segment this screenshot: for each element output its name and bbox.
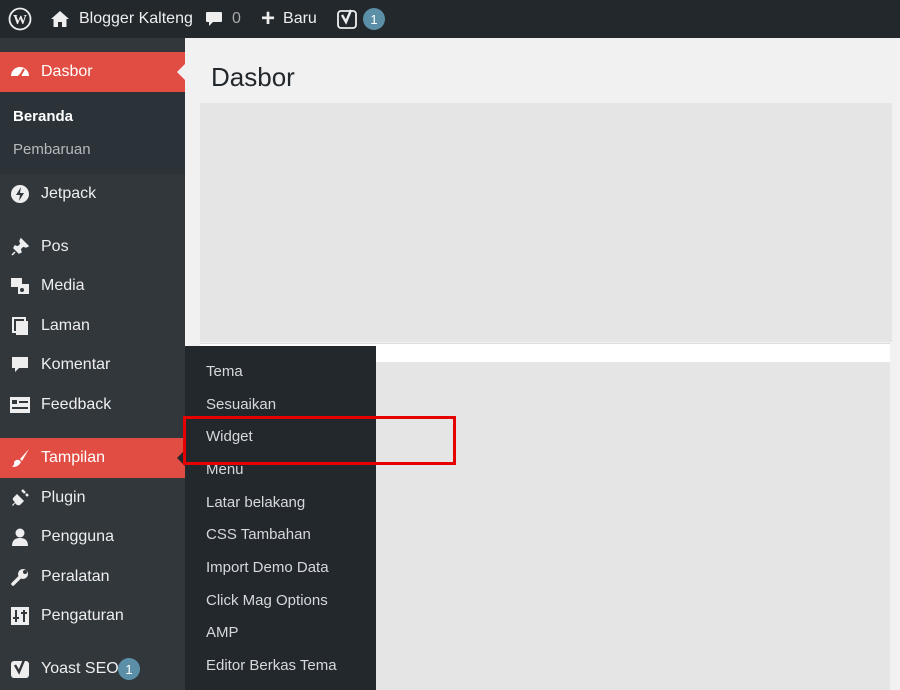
menu-feedback[interactable]: Feedback [0, 385, 185, 425]
yoast-adminbar-link[interactable]: 1 [337, 0, 385, 38]
site-name-link[interactable]: Blogger Kalteng [50, 0, 193, 38]
flyout-item-css-tambahan[interactable]: CSS Tambahan [206, 526, 311, 543]
settings-icon [9, 605, 31, 627]
admin-bar: W Blogger Kalteng 0 + Baru 1 [0, 0, 900, 38]
submenu-pembaruan[interactable]: Pembaruan [13, 141, 91, 158]
flyout-item-import-demo-data[interactable]: Import Demo Data [206, 559, 329, 576]
menu-yoast-seo[interactable]: Yoast SEO 1 [0, 649, 185, 689]
flyout-item-tema[interactable]: Tema [206, 363, 243, 380]
dashboard-icon [9, 61, 31, 83]
page-title: Dasbor [211, 62, 295, 92]
plugin-icon [9, 487, 31, 509]
menu-laman[interactable]: Laman [0, 306, 185, 346]
svg-text:W: W [13, 13, 27, 28]
flyout-item-click-mag-options[interactable]: Click Mag Options [206, 592, 328, 609]
wrench-icon [9, 566, 31, 588]
home-icon [50, 10, 70, 28]
menu-peralatan[interactable]: Peralatan [0, 557, 185, 597]
pages-icon [9, 315, 31, 337]
comments-link[interactable]: 0 [205, 0, 241, 38]
dashboard-submenu: Beranda Pembaruan [0, 92, 185, 174]
plus-icon: + [261, 5, 276, 32]
menu-label: Pos [41, 238, 69, 255]
tampilan-flyout-submenu: Tema Sesuaikan Widget Menu Latar belakan… [185, 346, 376, 690]
media-icon [9, 275, 31, 297]
flyout-item-editor-berkas-tema[interactable]: Editor Berkas Tema [206, 657, 337, 674]
comment-bubble-icon [205, 11, 223, 28]
dashboard-widget-panel [200, 103, 892, 342]
menu-label: Peralatan [41, 568, 110, 585]
menu-label: Tampilan [41, 449, 106, 466]
menu-label: Pengguna [41, 528, 114, 545]
menu-label: Dasbor [41, 63, 93, 80]
comments-count: 0 [232, 10, 241, 27]
menu-media[interactable]: Media [0, 266, 185, 306]
highlight-box [183, 416, 456, 465]
yoast-icon [9, 658, 31, 680]
flyout-item-sesuaikan[interactable]: Sesuaikan [206, 396, 276, 413]
menu-label: Feedback [41, 396, 112, 413]
menu-plugin[interactable]: Plugin [0, 478, 185, 518]
flyout-item-amp[interactable]: AMP [206, 624, 239, 641]
dashboard-widget-panel-lower [376, 362, 890, 690]
yoast-menu-badge: 1 [118, 658, 140, 680]
menu-pengaturan[interactable]: Pengaturan [0, 596, 185, 636]
menu-jetpack[interactable]: Jetpack [0, 174, 185, 214]
comment-icon [9, 354, 31, 376]
menu-label: Media [41, 277, 85, 294]
menu-komentar[interactable]: Komentar [0, 345, 185, 385]
menu-label: Jetpack [41, 185, 97, 202]
menu-tampilan[interactable]: Tampilan [0, 438, 185, 478]
pushpin-icon [9, 236, 31, 258]
menu-pos[interactable]: Pos [0, 227, 185, 267]
jetpack-icon [9, 183, 31, 205]
user-icon [9, 526, 31, 548]
submenu-beranda[interactable]: Beranda [13, 108, 73, 125]
admin-sidebar: Dasbor Beranda Pembaruan Jetpack Pos Med… [0, 38, 185, 690]
new-content-link[interactable]: + Baru [261, 0, 317, 38]
menu-label: Komentar [41, 356, 111, 373]
yoast-icon [337, 8, 357, 30]
flyout-item-latar-belakang[interactable]: Latar belakang [206, 494, 305, 511]
wordpress-logo-icon[interactable]: W [8, 0, 32, 38]
feedback-icon [9, 394, 31, 416]
menu-dasbor[interactable]: Dasbor [0, 52, 185, 92]
menu-pengguna[interactable]: Pengguna [0, 517, 185, 557]
menu-label: Pengaturan [41, 607, 124, 624]
site-name-label: Blogger Kalteng [79, 10, 193, 27]
menu-label: Laman [41, 317, 90, 334]
menu-label: Yoast SEO [41, 660, 119, 677]
menu-label: Plugin [41, 489, 86, 506]
yoast-notification-badge: 1 [363, 8, 385, 30]
new-label: Baru [283, 10, 317, 27]
paintbrush-icon [9, 447, 31, 469]
